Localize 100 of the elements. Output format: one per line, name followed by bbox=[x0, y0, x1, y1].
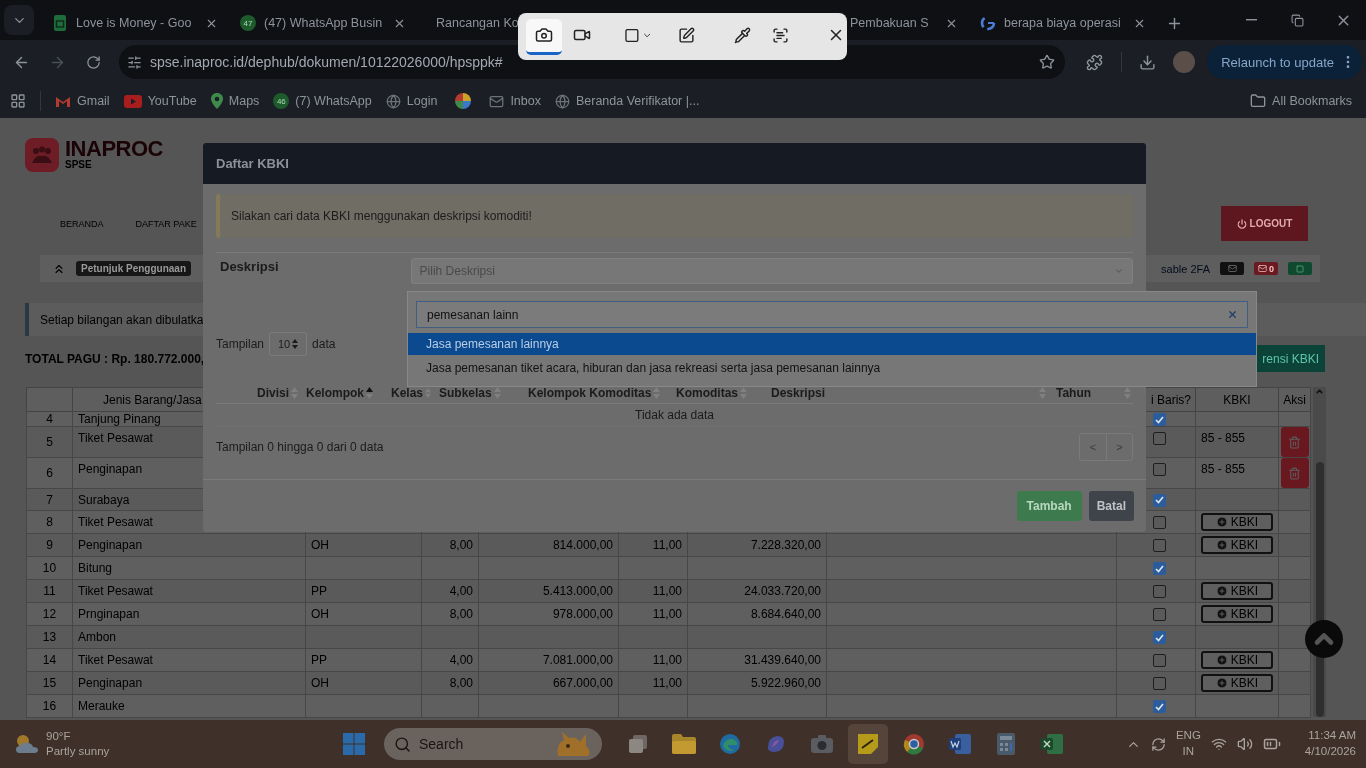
scroll-up-icon[interactable] bbox=[1315, 387, 1324, 396]
clock-time[interactable]: 11:34 AM bbox=[1308, 728, 1356, 744]
column-header: i Baris? bbox=[1151, 392, 1191, 407]
delete-button[interactable] bbox=[1280, 458, 1309, 489]
row-number: 4 bbox=[46, 412, 53, 427]
nav-link[interactable]: DAFTAR PAKE bbox=[135, 218, 197, 229]
row-number: 12 bbox=[42, 607, 57, 622]
checkbox[interactable] bbox=[1153, 700, 1166, 714]
table-cell: 5.922.960,00 bbox=[750, 676, 821, 691]
bookmark[interactable]: Beranda Verifikator |... bbox=[554, 93, 700, 109]
table-cell: 8,00 bbox=[449, 607, 473, 622]
language-indicator[interactable]: ENG bbox=[1175, 728, 1201, 744]
add-kbki-button[interactable]: KBKI bbox=[1201, 536, 1273, 555]
checkbox[interactable] bbox=[1153, 654, 1166, 668]
add-kbki-button[interactable]: KBKI bbox=[1201, 674, 1273, 693]
add-kbki-button[interactable]: KBKI bbox=[1201, 651, 1273, 670]
dropdown-option[interactable]: Jasa pemesanan lainnya bbox=[408, 333, 1256, 355]
checkbox[interactable] bbox=[1153, 494, 1166, 507]
tab-title: Love is Money - Goo bbox=[76, 16, 193, 30]
clear-icon[interactable] bbox=[1227, 309, 1238, 320]
apps-icon[interactable] bbox=[10, 93, 26, 109]
globe-icon bbox=[385, 93, 401, 109]
add-kbki-button[interactable]: KBKI bbox=[1201, 513, 1273, 532]
column-header[interactable]: Kelompok Komoditas bbox=[524, 386, 652, 400]
rectangle-icon bbox=[624, 26, 640, 44]
windows-icon bbox=[343, 733, 365, 755]
guide-badge[interactable]: Petunjuk Penggunaan bbox=[76, 261, 191, 276]
clock-date[interactable]: 4/10/2026 bbox=[1304, 744, 1356, 760]
checkbox[interactable] bbox=[1153, 677, 1166, 691]
page-length-select[interactable]: 10 bbox=[269, 332, 308, 356]
search-field[interactable]: pemesanan lainn bbox=[416, 301, 1248, 328]
browser-tab[interactable]: Pembakuan S bbox=[848, 6, 968, 40]
bookmark[interactable]: YouTube bbox=[123, 94, 197, 108]
bookmark[interactable]: Inbox bbox=[489, 93, 541, 109]
column-header: Jenis Barang/Jasa bbox=[103, 392, 202, 407]
table-info: Tampilan 0 hingga 0 dari 0 data bbox=[216, 440, 384, 454]
checkbox[interactable] bbox=[1153, 413, 1166, 427]
browser-tab[interactable]: Love is Money - Goo bbox=[40, 6, 228, 40]
bookmark[interactable]: 46 (7) WhatsApp bbox=[273, 93, 372, 109]
wifi-icon[interactable] bbox=[1210, 736, 1227, 752]
browser-tab[interactable]: berapa biaya operasi bbox=[968, 6, 1156, 40]
browser-tab[interactable]: Rancangan Ko bbox=[416, 6, 518, 40]
video-play-icon bbox=[123, 94, 142, 108]
checkbox[interactable] bbox=[1153, 562, 1166, 576]
eyedropper-icon bbox=[733, 26, 751, 44]
logout-button[interactable]: LOGOUT bbox=[1221, 206, 1308, 241]
row-number: 14 bbox=[42, 653, 57, 668]
column-header[interactable]: Divisi bbox=[257, 386, 289, 400]
column-header[interactable]: Subkelas bbox=[435, 386, 492, 400]
item-name: Tiket Pesawat bbox=[78, 515, 153, 530]
bookmark[interactable]: Login bbox=[385, 93, 438, 109]
add-kbki-button[interactable]: KBKI bbox=[1201, 582, 1273, 601]
delete-button[interactable] bbox=[1280, 427, 1309, 458]
sync-icon[interactable] bbox=[1150, 736, 1166, 752]
item-name: Tiket Pesawat bbox=[78, 584, 153, 599]
item-name: Prnginapan bbox=[78, 607, 140, 622]
scroll-to-top-button[interactable] bbox=[1305, 620, 1343, 658]
bookmark[interactable]: Gmail bbox=[55, 94, 110, 108]
column-header[interactable]: Kelas bbox=[387, 386, 424, 400]
notification-badge[interactable]: 0 bbox=[1254, 262, 1278, 275]
table-cell: 5.413.000,00 bbox=[542, 584, 613, 599]
relaunch-button[interactable]: Relaunch to update bbox=[1207, 45, 1362, 79]
checkbox[interactable] bbox=[1153, 516, 1166, 530]
taskbar-app[interactable] bbox=[848, 724, 888, 764]
table-cell: 11,00 bbox=[652, 676, 682, 691]
all-bookmarks[interactable]: All Bookmarks bbox=[1250, 93, 1352, 109]
column-header[interactable]: Deskripsi bbox=[760, 386, 826, 400]
capture-mode-button[interactable] bbox=[526, 18, 562, 55]
column-header: KBKI bbox=[1223, 392, 1251, 407]
status-badge[interactable] bbox=[1288, 262, 1312, 275]
profile-avatar[interactable] bbox=[1173, 51, 1196, 73]
checkbox[interactable] bbox=[1153, 539, 1166, 553]
message-badge[interactable] bbox=[1220, 262, 1244, 275]
search-field[interactable]: Search bbox=[384, 728, 602, 760]
column-header[interactable]: Tahun bbox=[1050, 386, 1092, 400]
checkbox[interactable] bbox=[1153, 631, 1166, 645]
bookmark-star-icon[interactable] bbox=[1039, 54, 1056, 70]
search-icon bbox=[394, 735, 411, 753]
language-indicator[interactable]: IN bbox=[1182, 744, 1195, 760]
add-button[interactable]: Tambah bbox=[1016, 491, 1082, 521]
bookmark-label: Maps bbox=[228, 94, 260, 108]
column-header[interactable]: Kelompok bbox=[302, 386, 364, 400]
tab-list-button[interactable] bbox=[4, 5, 34, 35]
checkbox[interactable] bbox=[1153, 608, 1166, 622]
site-settings-icon[interactable] bbox=[126, 54, 142, 70]
pinwheel-icon bbox=[455, 93, 472, 109]
add-kbki-button[interactable]: KBKI bbox=[1201, 605, 1273, 624]
checkbox[interactable] bbox=[1153, 431, 1166, 445]
chat-badge: 47 bbox=[240, 15, 256, 31]
nav-link[interactable]: BERANDA bbox=[60, 218, 104, 229]
volume-icon[interactable] bbox=[1236, 736, 1253, 752]
column-header[interactable]: Komoditas bbox=[672, 386, 738, 400]
cancel-button[interactable]: Batal bbox=[1088, 491, 1134, 521]
checkbox[interactable] bbox=[1153, 462, 1166, 476]
sort-icon[interactable] bbox=[366, 387, 373, 399]
checkbox[interactable] bbox=[1153, 585, 1166, 599]
two-factor-link[interactable]: sable 2FA bbox=[1161, 262, 1210, 275]
bookmark[interactable]: Maps bbox=[210, 93, 260, 109]
browser-tab[interactable]: 47 (47) WhatsApp Busin bbox=[228, 6, 416, 40]
row-number: 5 bbox=[46, 435, 53, 450]
